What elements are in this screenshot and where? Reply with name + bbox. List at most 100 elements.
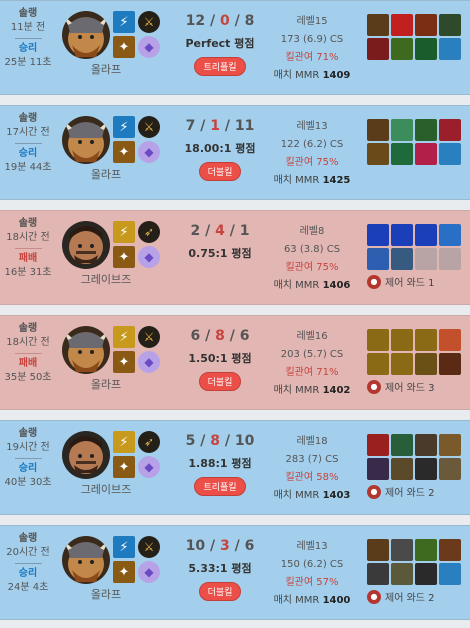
sorcery-rune-icon[interactable]: ◆ <box>138 246 160 268</box>
sorcery-rune-icon[interactable]: ◆ <box>138 456 160 478</box>
item-icon[interactable] <box>415 224 437 246</box>
deaths: 8 <box>215 328 225 344</box>
smite-icon[interactable]: ✦ <box>113 246 135 268</box>
fleet-rune-icon[interactable]: ➶ <box>138 221 160 243</box>
champion-portrait[interactable] <box>62 536 110 584</box>
sorcery-rune-icon[interactable]: ◆ <box>138 36 160 58</box>
item-icon[interactable] <box>367 38 389 60</box>
item-icon[interactable] <box>439 248 461 270</box>
smite-icon[interactable]: ✦ <box>113 36 135 58</box>
item-icon[interactable] <box>391 563 413 585</box>
item-icon[interactable] <box>391 119 413 141</box>
item-icon[interactable] <box>391 143 413 165</box>
champion-name[interactable]: 올라프 <box>56 61 156 77</box>
sorcery-rune-icon[interactable]: ◆ <box>138 561 160 583</box>
mmr-label: 매치 MMR <box>273 70 320 81</box>
item-icon[interactable] <box>391 38 413 60</box>
item-icon[interactable] <box>367 119 389 141</box>
item-icon[interactable] <box>415 248 437 270</box>
item-icon[interactable] <box>439 143 461 165</box>
item-icon[interactable] <box>439 329 461 351</box>
item-icon[interactable] <box>367 563 389 585</box>
item-icon[interactable] <box>391 458 413 480</box>
game-duration: 19분 44초 <box>4 162 52 173</box>
champion-name[interactable]: 그레이브즈 <box>56 271 156 287</box>
smite-icon[interactable]: ✦ <box>113 141 135 163</box>
champion-name[interactable]: 그레이브즈 <box>56 481 156 497</box>
item-icon[interactable] <box>415 143 437 165</box>
item-icon[interactable] <box>439 14 461 36</box>
item-grid <box>367 539 461 585</box>
smite-icon[interactable]: ✦ <box>113 561 135 583</box>
champion-portrait[interactable] <box>62 326 110 374</box>
item-icon[interactable] <box>439 539 461 561</box>
item-icon[interactable] <box>439 224 461 246</box>
match-card[interactable]: 솔랭 20시간 전 승리 24분 4초 ⚡ ✦ ⚔ ◆ 올라프 10 / 3 / 6 5.33:1 … <box>0 525 470 620</box>
item-icon[interactable] <box>367 224 389 246</box>
conqueror-rune-icon[interactable]: ⚔ <box>138 326 160 348</box>
smite-icon[interactable]: ✦ <box>113 351 135 373</box>
match-card[interactable]: 솔랭 11분 전 승리 25분 11초 ⚡ ✦ ⚔ ◆ 올라프 12 / 0 / 8 Perfect… <box>0 0 470 95</box>
item-icon[interactable] <box>367 458 389 480</box>
sorcery-rune-icon[interactable]: ◆ <box>138 351 160 373</box>
item-icon[interactable] <box>415 38 437 60</box>
item-icon[interactable] <box>439 353 461 375</box>
item-icon[interactable] <box>391 224 413 246</box>
item-icon[interactable] <box>391 248 413 270</box>
item-icon[interactable] <box>415 539 437 561</box>
kill-participation: 킬관여 71% <box>285 52 339 63</box>
item-icon[interactable] <box>415 458 437 480</box>
match-type-column: 솔랭 17시간 전 승리 19분 44초 <box>0 112 56 175</box>
item-icon[interactable] <box>391 539 413 561</box>
item-icon[interactable] <box>415 119 437 141</box>
item-icon[interactable] <box>439 458 461 480</box>
champion-portrait[interactable] <box>62 11 110 59</box>
item-icon[interactable] <box>415 329 437 351</box>
item-icon[interactable] <box>439 38 461 60</box>
item-icon[interactable] <box>439 119 461 141</box>
item-icon[interactable] <box>367 353 389 375</box>
item-icon[interactable] <box>391 329 413 351</box>
conqueror-rune-icon[interactable]: ⚔ <box>138 536 160 558</box>
flash-icon[interactable]: ⚡ <box>113 431 135 453</box>
item-icon[interactable] <box>391 14 413 36</box>
item-icon[interactable] <box>415 353 437 375</box>
stats-section: 레벨15 173 (6.9) CS 킬관여 71% 매치 MMR 1409 <box>262 13 362 85</box>
flash-icon[interactable]: ⚡ <box>113 116 135 138</box>
item-icon[interactable] <box>367 539 389 561</box>
item-icon[interactable] <box>391 434 413 456</box>
flash-icon[interactable]: ⚡ <box>113 11 135 33</box>
item-icon[interactable] <box>415 563 437 585</box>
champion-name[interactable]: 올라프 <box>56 376 156 392</box>
conqueror-rune-icon[interactable]: ⚔ <box>138 116 160 138</box>
item-icon[interactable] <box>367 434 389 456</box>
fleet-rune-icon[interactable]: ➶ <box>138 431 160 453</box>
kda-slash: / <box>200 223 216 239</box>
time-ago: 19시간 전 <box>6 442 50 453</box>
item-icon[interactable] <box>391 353 413 375</box>
item-icon[interactable] <box>415 14 437 36</box>
item-icon[interactable] <box>367 14 389 36</box>
item-icon[interactable] <box>367 329 389 351</box>
flash-icon[interactable]: ⚡ <box>113 326 135 348</box>
item-icon[interactable] <box>439 434 461 456</box>
champion-portrait[interactable] <box>62 431 110 479</box>
match-card[interactable]: 솔랭 18시간 전 패배 16분 31초 ⚡ ✦ ➶ ◆ 그레이브즈 2 / 4 / 1 0.75:… <box>0 210 470 305</box>
item-icon[interactable] <box>415 434 437 456</box>
item-icon[interactable] <box>439 563 461 585</box>
champion-name[interactable]: 올라프 <box>56 166 156 182</box>
item-icon[interactable] <box>367 143 389 165</box>
kills: 12 <box>185 13 206 29</box>
item-icon[interactable] <box>367 248 389 270</box>
match-card[interactable]: 솔랭 17시간 전 승리 19분 44초 ⚡ ✦ ⚔ ◆ 올라프 7 / 1 / 11 18.00:… <box>0 105 470 200</box>
sorcery-rune-icon[interactable]: ◆ <box>138 141 160 163</box>
match-card[interactable]: 솔랭 19시간 전 승리 40분 30초 ⚡ ✦ ➶ ◆ 그레이브즈 5 / 8 / 10 1.88… <box>0 420 470 515</box>
champion-portrait[interactable] <box>62 221 110 269</box>
conqueror-rune-icon[interactable]: ⚔ <box>138 11 160 33</box>
champion-name[interactable]: 올라프 <box>56 586 156 602</box>
match-card[interactable]: 솔랭 18시간 전 패배 35분 50초 ⚡ ✦ ⚔ ◆ 올라프 6 / 8 / 6 1.50:1 … <box>0 315 470 410</box>
flash-icon[interactable]: ⚡ <box>113 221 135 243</box>
smite-icon[interactable]: ✦ <box>113 456 135 478</box>
champion-portrait[interactable] <box>62 116 110 164</box>
flash-icon[interactable]: ⚡ <box>113 536 135 558</box>
